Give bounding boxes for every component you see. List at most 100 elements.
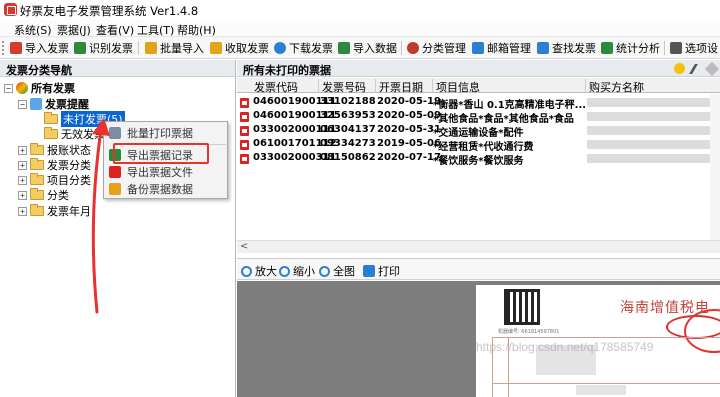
tree-node-invalid-label: 无效发票 — [61, 128, 105, 141]
backup-icon — [109, 183, 121, 195]
collapse-icon[interactable]: − — [18, 99, 27, 109]
menu-help[interactable]: 帮助(H) — [177, 22, 216, 38]
delete-icon[interactable] — [704, 61, 720, 77]
cell-date: 2020-05-19 — [377, 96, 441, 107]
pdf-icon — [240, 126, 249, 136]
category-manage-button[interactable]: 分类管理 — [407, 40, 466, 56]
zoom-out-icon — [279, 265, 290, 277]
horizontal-scrollbar[interactable]: < — [237, 240, 720, 253]
title-bar: 好票友电子发票管理系统 Ver1.4.8 — [0, 0, 720, 20]
invoice-border-line — [492, 383, 720, 384]
fit-all-button[interactable]: 全图 — [319, 263, 355, 279]
stats-analysis-button[interactable]: 统计分析 — [601, 40, 660, 56]
batch-import-button[interactable]: 批量导入 — [145, 40, 204, 56]
tree-node-label: 发票年月 — [47, 205, 91, 218]
print-button[interactable]: 打印 — [363, 263, 400, 279]
folder-icon — [30, 188, 44, 200]
menu-system[interactable]: 系统(S) — [14, 22, 52, 38]
column-header-code[interactable]: 发票代码 — [251, 79, 319, 94]
mailbox-icon — [472, 42, 484, 54]
tree-node-category[interactable]: + 分类 — [18, 188, 69, 202]
fit-all-icon — [319, 265, 330, 277]
column-header-items[interactable]: 项目信息 — [433, 79, 586, 94]
tree-node-reminder[interactable]: − 发票提醒 — [18, 97, 89, 111]
tree-node-project-category[interactable]: + 项目分类 — [18, 173, 91, 187]
table-row[interactable]: 061001701112 09334273 2019-05-06 *经营租赁*代… — [237, 138, 720, 153]
find-invoice-label: 查找发票 — [552, 42, 596, 55]
tree-node-label: 项目分类 — [47, 174, 91, 187]
preview-toolbar: 放大 缩小 全图 打印 — [237, 258, 720, 280]
find-invoice-button[interactable]: 查找发票 — [537, 40, 596, 56]
menu-item-export-files[interactable]: 导出票据文件 — [104, 163, 227, 181]
expand-icon[interactable]: + — [18, 160, 27, 170]
watermark-text: https://blog.csdn.net/q178585749 — [476, 340, 654, 354]
category-manage-label: 分类管理 — [422, 42, 466, 55]
import-data-button[interactable]: 导入数据 — [338, 40, 397, 56]
menu-item-label: 批量打印票据 — [127, 127, 193, 140]
pdf-icon — [240, 112, 249, 122]
scroll-left-icon[interactable]: < — [240, 241, 248, 252]
table-row[interactable]: 046001900111 32563953 2020-05-09 *其他食品*食… — [237, 110, 720, 125]
column-header-number[interactable]: 发票号码 — [319, 79, 376, 94]
expand-icon[interactable]: + — [18, 206, 27, 216]
print-label: 打印 — [378, 265, 400, 278]
vertical-scrollbar[interactable] — [710, 94, 720, 240]
menu-view[interactable]: 查看(V) — [96, 22, 134, 38]
buyer-redacted — [587, 140, 710, 149]
buyer-redacted — [587, 126, 710, 135]
pdf-icon — [240, 140, 249, 150]
zoom-out-button[interactable]: 缩小 — [279, 263, 315, 279]
buyer-redacted — [587, 154, 710, 163]
import-data-label: 导入数据 — [353, 42, 397, 55]
left-panel-title: 发票分类导航 — [6, 64, 72, 77]
zoom-in-label: 放大 — [255, 265, 277, 278]
table-row[interactable]: 046001900111 33102188 2020-05-19 *衡器*香山 … — [237, 96, 720, 111]
app-logo-icon — [4, 3, 17, 16]
receive-invoice-button[interactable]: 收取发票 — [210, 40, 269, 56]
menu-bills[interactable]: 票据(J) — [57, 22, 91, 38]
menu-tools[interactable]: 工具(T) — [137, 22, 174, 38]
tree-node-invoice-month[interactable]: + 发票年月 — [18, 204, 91, 218]
invoice-border-line — [492, 337, 720, 338]
mailbox-manage-label: 邮箱管理 — [487, 42, 531, 55]
printer-icon — [363, 265, 375, 277]
expand-icon[interactable]: + — [18, 190, 27, 200]
folder-icon — [30, 173, 44, 185]
expand-icon[interactable]: + — [18, 145, 27, 155]
add-icon[interactable] — [674, 63, 685, 74]
download-icon — [274, 42, 286, 54]
cell-number: 09334273 — [320, 138, 376, 149]
menu-item-backup-data[interactable]: 备份票据数据 — [104, 180, 227, 198]
table-row[interactable]: 033002000311 08150862 2020-07-17 *餐饮服务*餐… — [237, 152, 720, 167]
toolbar-grip[interactable] — [2, 41, 4, 55]
collapse-icon[interactable]: − — [4, 83, 13, 93]
table-row[interactable]: 033002000111 06304137 2020-05-31 *交通运输设备… — [237, 124, 720, 139]
invoice-redacted-block — [576, 385, 626, 395]
mailbox-manage-button[interactable]: 邮箱管理 — [472, 40, 531, 56]
edit-icon[interactable] — [689, 64, 705, 74]
recognize-invoice-label: 识别发票 — [89, 42, 133, 55]
tree-node-reimburse-status[interactable]: + 报账状态 — [18, 143, 91, 157]
cell-date: 2020-07-17 — [377, 152, 441, 163]
download-invoice-button[interactable]: 下载发票 — [274, 40, 333, 56]
tree-node-invalid[interactable]: 无效发票 — [44, 127, 105, 141]
tree-node-all[interactable]: − 所有发票 — [4, 81, 75, 95]
toolbar: 导入发票 识别发票 批量导入 收取发票 下载发票 导入数据 分类管理 邮箱管理 … — [0, 37, 720, 59]
recognize-invoice-button[interactable]: 识别发票 — [74, 40, 133, 56]
zoom-in-button[interactable]: 放大 — [241, 263, 277, 279]
import-invoice-button[interactable]: 导入发票 — [10, 40, 69, 56]
reminder-icon — [30, 98, 42, 110]
fit-all-label: 全图 — [333, 265, 355, 278]
column-header-buyer[interactable]: 购买方名称 — [586, 79, 720, 94]
find-icon — [537, 42, 549, 54]
invoice-grid: 046001900111 33102188 2020-05-19 *衡器*香山 … — [237, 94, 720, 240]
toolbar-separator — [401, 41, 402, 55]
folder-icon — [30, 204, 44, 216]
tree-node-invoice-category[interactable]: + 发票分类 — [18, 158, 91, 172]
cell-items: *其他食品*食品*其他食品*食品 — [433, 114, 574, 125]
column-header-date[interactable]: 开票日期 — [376, 79, 433, 94]
options-button[interactable]: 选项设 — [670, 40, 718, 56]
download-invoice-label: 下载发票 — [289, 42, 333, 55]
menu-item-batch-print[interactable]: 批量打印票据 — [104, 124, 227, 142]
expand-icon[interactable]: + — [18, 175, 27, 185]
